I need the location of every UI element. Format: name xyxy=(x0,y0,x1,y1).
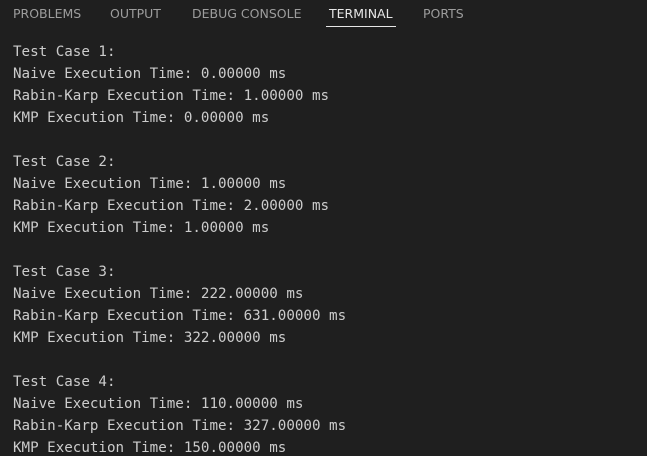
terminal-line: KMP Execution Time: 1.00000 ms xyxy=(13,220,270,236)
panel-tab-bar: PROBLEMS OUTPUT DEBUG CONSOLE TERMINAL P… xyxy=(0,0,647,28)
terminal-line: Test Case 2: xyxy=(13,154,116,170)
tab-problems[interactable]: PROBLEMS xyxy=(13,0,81,27)
terminal-line: Naive Execution Time: 1.00000 ms xyxy=(13,176,287,192)
terminal-line: KMP Execution Time: 0.00000 ms xyxy=(13,110,270,126)
terminal-line: Test Case 3: xyxy=(13,264,116,280)
terminal-line: Test Case 1: xyxy=(13,44,116,60)
terminal-output[interactable]: Test Case 1: Naive Execution Time: 0.000… xyxy=(13,41,633,456)
terminal-line: Rabin-Karp Execution Time: 2.00000 ms xyxy=(13,198,330,214)
terminal-line: Rabin-Karp Execution Time: 327.00000 ms xyxy=(13,418,347,434)
tab-debug-console[interactable]: DEBUG CONSOLE xyxy=(192,0,301,27)
terminal-line: Test Case 4: xyxy=(13,374,116,390)
terminal-line: Naive Execution Time: 110.00000 ms xyxy=(13,396,304,412)
terminal-line: Naive Execution Time: 0.00000 ms xyxy=(13,66,287,82)
tab-output[interactable]: OUTPUT xyxy=(110,0,161,27)
terminal-line: KMP Execution Time: 150.00000 ms xyxy=(13,440,287,456)
terminal-line: KMP Execution Time: 322.00000 ms xyxy=(13,330,287,346)
terminal-line: Naive Execution Time: 222.00000 ms xyxy=(13,286,304,302)
tab-ports[interactable]: PORTS xyxy=(423,0,464,27)
terminal-line: Rabin-Karp Execution Time: 1.00000 ms xyxy=(13,88,330,104)
terminal-line: Rabin-Karp Execution Time: 631.00000 ms xyxy=(13,308,347,324)
tab-terminal[interactable]: TERMINAL xyxy=(326,0,396,27)
terminal-panel: PROBLEMS OUTPUT DEBUG CONSOLE TERMINAL P… xyxy=(0,0,647,456)
